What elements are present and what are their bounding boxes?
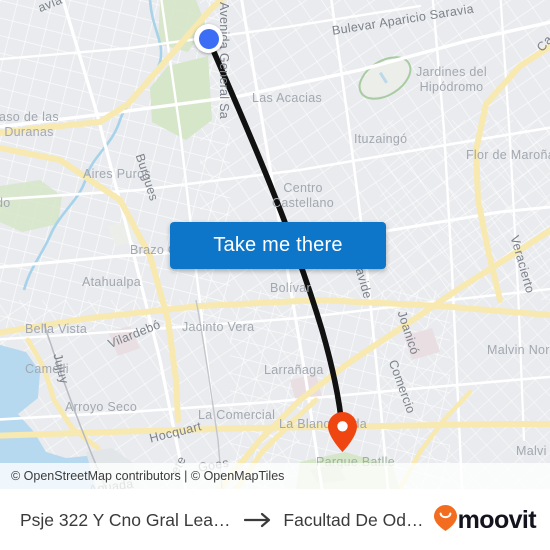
moovit-route-screen: avía Bulevar Aparicio Saravia Avenida Gene… xyxy=(0,0,550,550)
map-canvas[interactable]: avía Bulevar Aparicio Saravia Avenida Gene… xyxy=(0,0,550,489)
origin-marker-dot xyxy=(198,28,219,49)
moovit-wordmark: moovit xyxy=(457,505,537,534)
route-bottom-bar: Psje 322 Y Cno Gral Leandro… Facultad De… xyxy=(0,489,550,550)
origin-marker[interactable] xyxy=(194,24,223,53)
moovit-pin-icon xyxy=(433,504,457,536)
map-attribution[interactable]: © OpenStreetMap contributors | © OpenMap… xyxy=(0,463,550,489)
destination-marker[interactable] xyxy=(328,412,357,452)
moovit-logo[interactable]: moovit xyxy=(433,504,537,536)
take-me-there-button[interactable]: Take me there xyxy=(170,222,386,269)
arrow-right-icon xyxy=(244,512,274,528)
origin-station-name: Psje 322 Y Cno Gral Leandro… xyxy=(20,509,235,530)
route-summary: Psje 322 Y Cno Gral Leandro… Facultad De… xyxy=(20,510,428,531)
destination-station-name: Facultad De Odont… xyxy=(283,509,427,530)
map-pin-icon xyxy=(328,412,357,452)
